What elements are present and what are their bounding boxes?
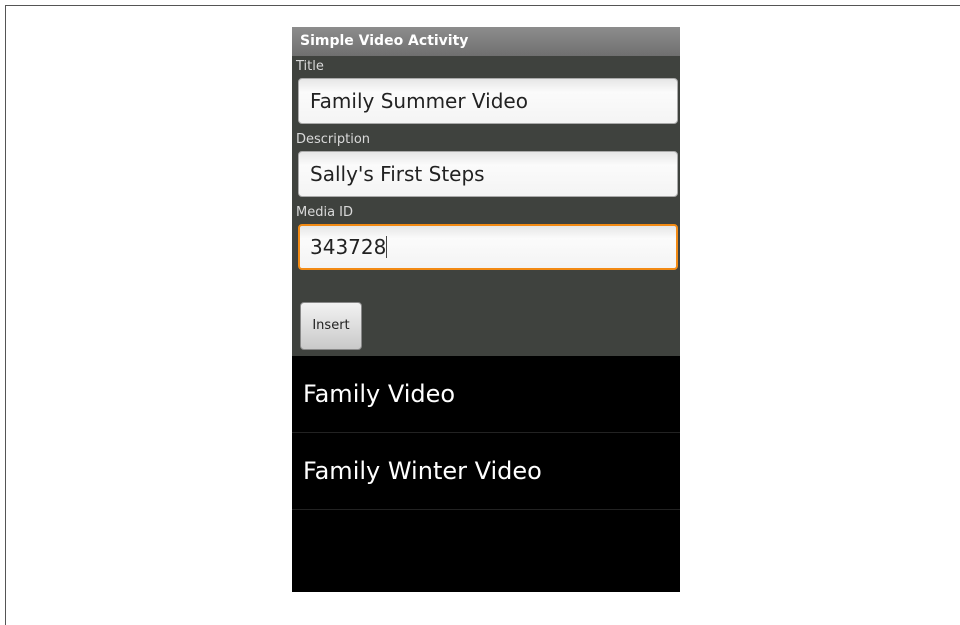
description-input[interactable]: Sally's First Steps (298, 151, 678, 197)
insert-button[interactable]: Insert (300, 302, 362, 350)
media-id-input[interactable]: 343728 (298, 224, 678, 270)
title-input[interactable]: Family Summer Video (298, 78, 678, 124)
video-list: Family Video Family Winter Video (292, 356, 680, 510)
text-caret (386, 236, 388, 258)
list-item[interactable]: Family Video (292, 356, 680, 433)
list-item[interactable]: Family Winter Video (292, 433, 680, 510)
app-title-bar: Simple Video Activity (292, 27, 680, 56)
video-form: Title Family Summer Video Description Sa… (292, 56, 680, 356)
title-label: Title (296, 59, 324, 74)
media-id-value: 343728 (310, 235, 387, 259)
phone-screen: Simple Video Activity Title Family Summe… (292, 27, 680, 592)
media-id-label: Media ID (296, 205, 354, 220)
description-label: Description (296, 132, 371, 147)
